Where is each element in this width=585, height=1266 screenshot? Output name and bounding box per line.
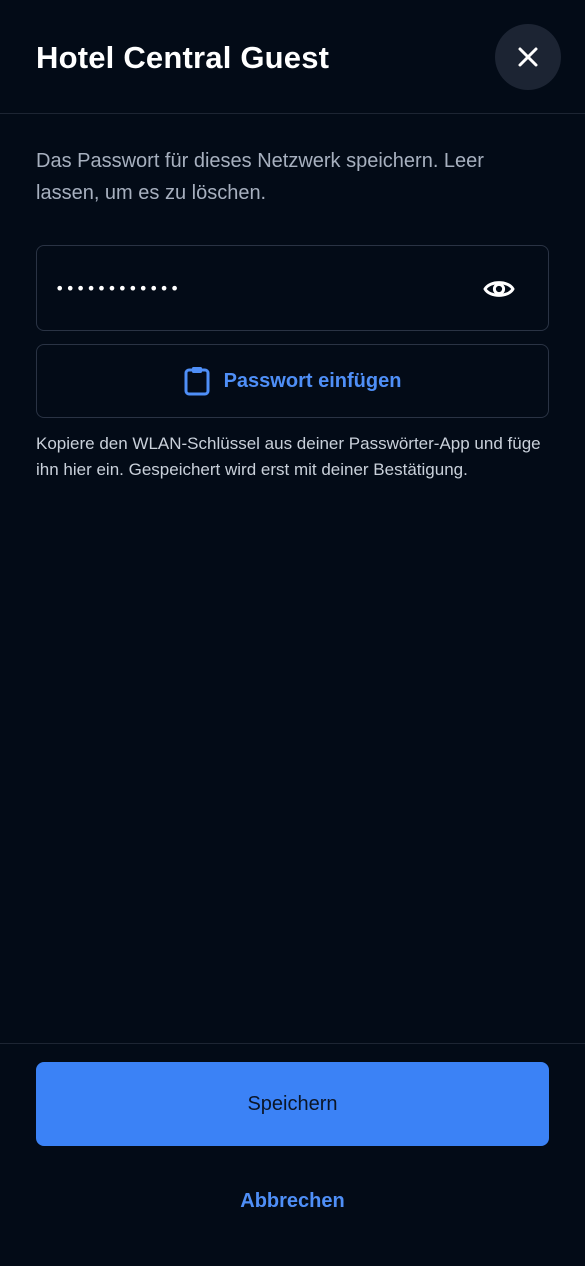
password-field[interactable] [36, 245, 549, 331]
paste-hint: Kopiere den WLAN-Schlüssel aus deiner Pa… [36, 434, 541, 479]
paste-password-button[interactable]: Passwort einfügen [36, 344, 549, 418]
dialog-description: Das Passwort für dieses Netzwerk speiche… [36, 150, 484, 204]
eye-icon [483, 281, 515, 297]
show-password-button[interactable] [479, 270, 519, 308]
clipboard-icon [184, 367, 210, 396]
dialog-header: Hotel Central Guest [0, 0, 585, 114]
close-icon [518, 47, 538, 67]
cancel-button[interactable]: Abbrechen [36, 1184, 549, 1218]
password-input[interactable] [55, 268, 455, 308]
dialog-title: Hotel Central Guest [36, 40, 330, 75]
close-button[interactable] [495, 24, 561, 90]
save-button[interactable]: Speichern [36, 1062, 549, 1146]
paste-password-label: Passwort einfügen [223, 369, 402, 392]
